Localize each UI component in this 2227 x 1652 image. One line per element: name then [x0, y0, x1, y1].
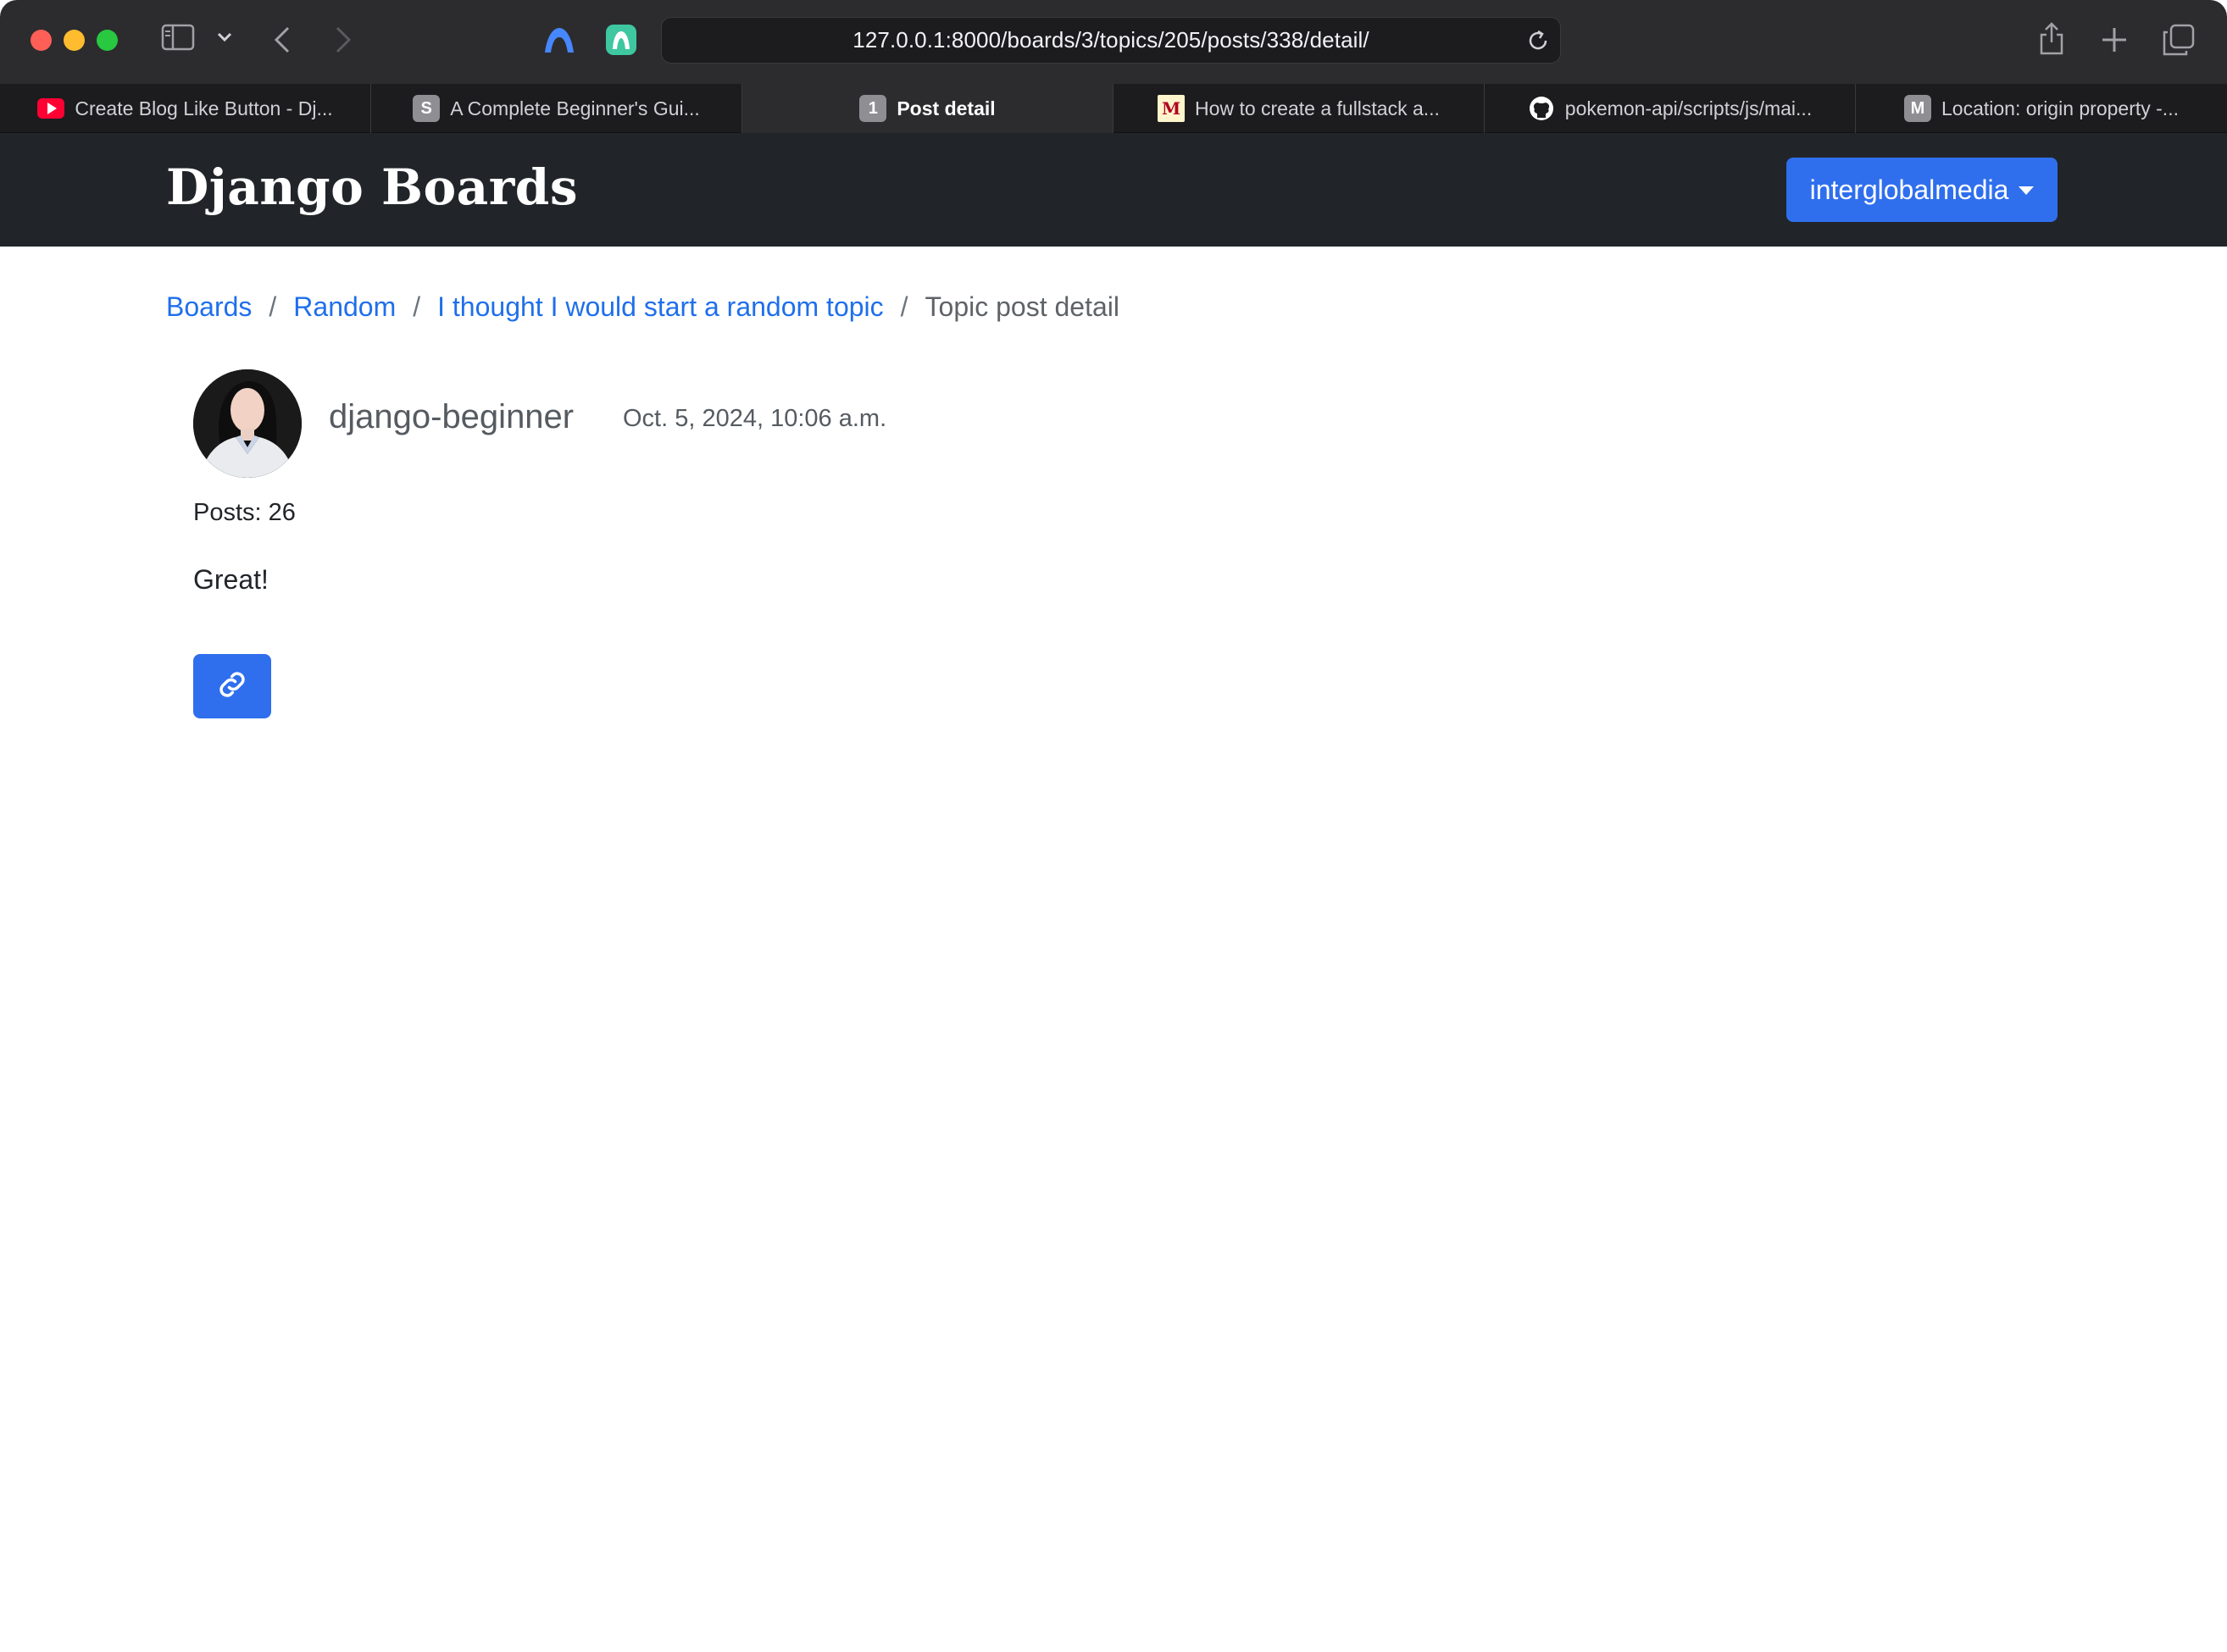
breadcrumb-separator: / [900, 291, 908, 322]
post-link-button[interactable] [193, 654, 271, 718]
link-icon [214, 667, 250, 707]
breadcrumb-separator: / [413, 291, 421, 322]
site-navbar: Django Boards interglobalmedia [0, 133, 2227, 247]
tab-label: pokemon-api/scripts/js/mai... [1564, 97, 1813, 119]
forward-icon[interactable] [334, 25, 353, 54]
tab-overview-icon[interactable] [2163, 24, 2195, 56]
tab-fullstack-app[interactable]: M How to create a fullstack a... [1114, 84, 1485, 133]
post-message: Great! [193, 564, 269, 595]
user-menu-button[interactable]: interglobalmedia [1786, 158, 2058, 222]
maximize-window-button[interactable] [97, 30, 118, 51]
author-posts-count: Posts: 26 [193, 499, 296, 526]
breadcrumb-topic-link[interactable]: I thought I would start a random topic [437, 291, 884, 323]
avatar [193, 369, 302, 478]
youtube-icon [37, 98, 65, 119]
new-tab-icon[interactable] [2100, 25, 2129, 54]
minimize-window-button[interactable] [64, 30, 85, 51]
vpn-extension-icon[interactable] [542, 25, 576, 54]
breadcrumb-boards-link[interactable]: Boards [166, 291, 252, 323]
sidebar-toggle-icon[interactable] [161, 24, 195, 51]
tab-complete-beginners-guide[interactable]: S A Complete Beginner's Gui... [371, 84, 742, 133]
breadcrumb-separator: / [269, 291, 277, 322]
tab-label: Post detail [897, 97, 996, 119]
share-icon[interactable] [2037, 20, 2066, 56]
tab-create-blog-like-button[interactable]: Create Blog Like Button - Dj... [0, 84, 371, 133]
tab-label: How to create a fullstack a... [1195, 97, 1440, 119]
tab-post-detail[interactable]: 1 Post detail [742, 84, 1114, 133]
url-text: 127.0.0.1:8000/boards/3/topics/205/posts… [852, 27, 1369, 53]
caret-down-icon [2019, 186, 2035, 195]
back-icon[interactable] [273, 25, 292, 54]
tab-location-origin[interactable]: M Location: origin property -... [1856, 84, 2227, 133]
breadcrumb: Boards / Random / I thought I would star… [166, 291, 1119, 323]
m-favicon-icon: M [1158, 95, 1186, 122]
tab-label: Location: origin property -... [1941, 97, 2179, 119]
tab-pokemon-api[interactable]: pokemon-api/scripts/js/mai... [1485, 84, 1856, 133]
tab-label: Create Blog Like Button - Dj... [75, 97, 333, 119]
s-favicon-icon: S [413, 95, 441, 122]
breadcrumb-current: Topic post detail [925, 291, 1119, 322]
browser-toolbar: 127.0.0.1:8000/boards/3/topics/205/posts… [0, 0, 2227, 84]
github-icon [1528, 95, 1555, 122]
tab-strip: Create Blog Like Button - Dj... S A Comp… [0, 84, 2227, 133]
post-author: django-beginner [329, 398, 575, 435]
m-favicon-icon: M [1904, 95, 1931, 122]
number-favicon-icon: 1 [859, 95, 887, 122]
user-menu-label: interglobalmedia [1809, 174, 2009, 205]
chevron-down-icon[interactable] [217, 32, 232, 42]
close-window-button[interactable] [31, 30, 52, 51]
address-bar[interactable]: 127.0.0.1:8000/boards/3/topics/205/posts… [661, 17, 1561, 64]
browser-window: 127.0.0.1:8000/boards/3/topics/205/posts… [0, 0, 2227, 1652]
breadcrumb-board-link[interactable]: Random [293, 291, 396, 323]
extension-icon[interactable] [605, 24, 637, 56]
tab-label: A Complete Beginner's Gui... [450, 97, 700, 119]
reload-icon[interactable] [1526, 29, 1550, 57]
post-date: Oct. 5, 2024, 10:06 a.m. [623, 405, 887, 432]
brand-logo[interactable]: Django Boards [166, 158, 578, 216]
